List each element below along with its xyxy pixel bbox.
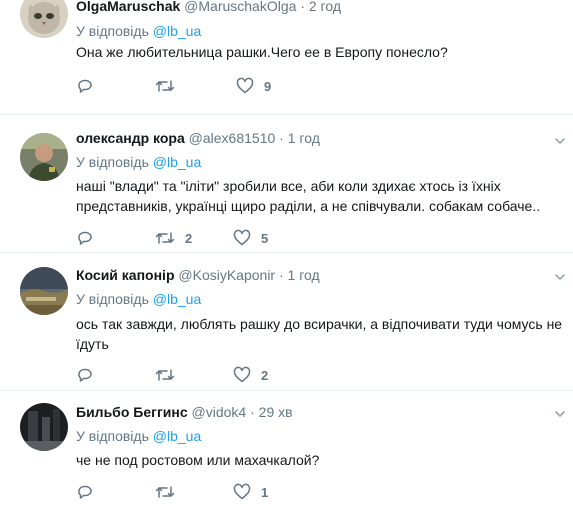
- tweet[interactable]: Косий капонір @KosiyKaponir · 1 год У ві…: [0, 253, 573, 390]
- retweet-icon: [155, 80, 175, 92]
- reply-prefix: У відповідь: [76, 428, 149, 444]
- reply-icon: [78, 79, 92, 93]
- avatar[interactable]: [20, 0, 68, 38]
- avatar[interactable]: [20, 133, 68, 181]
- author-handle[interactable]: @MaruschakOlga: [184, 0, 296, 14]
- tweet-actions: 2 5: [76, 228, 296, 248]
- avatar[interactable]: [20, 403, 68, 451]
- like-button[interactable]: 5: [233, 228, 268, 248]
- reply-context: У відповідь @lb_ua: [76, 22, 201, 40]
- reply-mention-link[interactable]: @lb_ua: [153, 291, 201, 307]
- heart-icon: [233, 229, 251, 246]
- retweet-button[interactable]: [155, 482, 185, 502]
- timestamp[interactable]: 1 год: [288, 130, 320, 146]
- tweet-actions: 2: [76, 365, 296, 385]
- cat-avatar-icon: [20, 0, 68, 38]
- like-button[interactable]: 9: [236, 76, 271, 96]
- reply-button[interactable]: [76, 228, 104, 248]
- chevron-down-icon[interactable]: [553, 134, 567, 148]
- landscape-avatar-icon: [20, 267, 68, 315]
- reply-mention-link[interactable]: @lb_ua: [153, 154, 201, 170]
- tweet-text: наші "влади" та "іліти" зробили все, аби…: [76, 178, 541, 214]
- reply-mention-link[interactable]: @lb_ua: [153, 428, 201, 444]
- reply-icon: [78, 368, 92, 382]
- tweet-header: олександр кора @alex681510 · 1 год: [76, 129, 320, 147]
- retweet-button[interactable]: [155, 365, 185, 385]
- tweet-header: OlgaMaruschak @MaruschakOlga · 2 год: [76, 0, 341, 15]
- reply-context: У відповідь @lb_ua: [76, 427, 201, 445]
- reply-feed: OlgaMaruschak @MaruschakOlga · 2 год У в…: [0, 0, 573, 511]
- reply-mention-link[interactable]: @lb_ua: [153, 23, 201, 39]
- tweet[interactable]: Бильбо Беггинс @vidok4 · 29 хв У відпові…: [0, 391, 573, 511]
- timestamp[interactable]: 29 хв: [259, 404, 293, 420]
- reply-icon: [78, 485, 92, 499]
- tweet[interactable]: OlgaMaruschak @MaruschakOlga · 2 год У в…: [0, 0, 573, 115]
- retweet-button[interactable]: [155, 76, 185, 96]
- like-count: 1: [261, 484, 269, 500]
- chevron-down-icon[interactable]: [553, 407, 567, 421]
- tweet-header: Косий капонір @KosiyKaponir · 1 год: [76, 266, 320, 284]
- heart-icon: [233, 366, 251, 383]
- like-button[interactable]: 1: [233, 482, 268, 502]
- retweet-icon: [155, 486, 175, 498]
- heart-icon: [236, 77, 254, 94]
- like-count: 9: [264, 78, 272, 94]
- reply-button[interactable]: [76, 76, 104, 96]
- retweet-button[interactable]: 2: [155, 228, 192, 248]
- retweet-icon: [155, 369, 175, 381]
- retweet-icon: [155, 232, 175, 244]
- retweet-count: 2: [185, 230, 193, 246]
- reply-prefix: У відповідь: [76, 154, 149, 170]
- avatar[interactable]: [20, 267, 68, 315]
- chevron-down-icon[interactable]: [553, 270, 567, 284]
- author-handle[interactable]: @vidok4: [192, 404, 247, 420]
- author-name[interactable]: олександр кора: [76, 130, 185, 146]
- reply-prefix: У відповідь: [76, 23, 149, 39]
- tweet-header: Бильбо Беггинс @vidok4 · 29 хв: [76, 403, 293, 421]
- author-name[interactable]: Бильбо Беггинс: [76, 404, 188, 420]
- dark-photo-avatar-icon: [20, 403, 68, 451]
- reply-context: У відповідь @lb_ua: [76, 290, 201, 308]
- timestamp[interactable]: 1 год: [288, 267, 320, 283]
- separator-dot: ·: [300, 0, 305, 14]
- tweet-text: че не под ростовом или махачкалой?: [76, 452, 320, 468]
- author-name[interactable]: OlgaMaruschak: [76, 0, 180, 14]
- like-button[interactable]: 2: [233, 365, 268, 385]
- timestamp[interactable]: 2 год: [309, 0, 341, 14]
- like-count: 5: [261, 230, 269, 246]
- reply-prefix: У відповідь: [76, 291, 149, 307]
- author-name[interactable]: Косий капонір: [76, 267, 175, 283]
- tweet-actions: 9: [76, 76, 296, 96]
- separator-dot: ·: [279, 130, 284, 146]
- reply-icon: [78, 231, 92, 245]
- author-handle[interactable]: @KosiyKaponir: [178, 267, 275, 283]
- separator-dot: ·: [278, 267, 284, 283]
- reply-button[interactable]: [76, 365, 104, 385]
- tweet-actions: 1: [76, 482, 296, 502]
- heart-icon: [233, 483, 251, 500]
- reply-context: У відповідь @lb_ua: [76, 153, 201, 171]
- like-count: 2: [261, 367, 269, 383]
- tweet[interactable]: олександр кора @alex681510 · 1 год У від…: [0, 115, 573, 252]
- person-avatar-icon: [20, 133, 68, 181]
- reply-button[interactable]: [76, 482, 104, 502]
- separator-dot: ·: [250, 404, 255, 420]
- tweet-text: ось так завжди, люблять рашку до всирачк…: [76, 316, 563, 352]
- author-handle[interactable]: @alex681510: [189, 130, 276, 146]
- tweet-text: Она же любительница рашки.Чего ее в Евро…: [76, 44, 448, 60]
